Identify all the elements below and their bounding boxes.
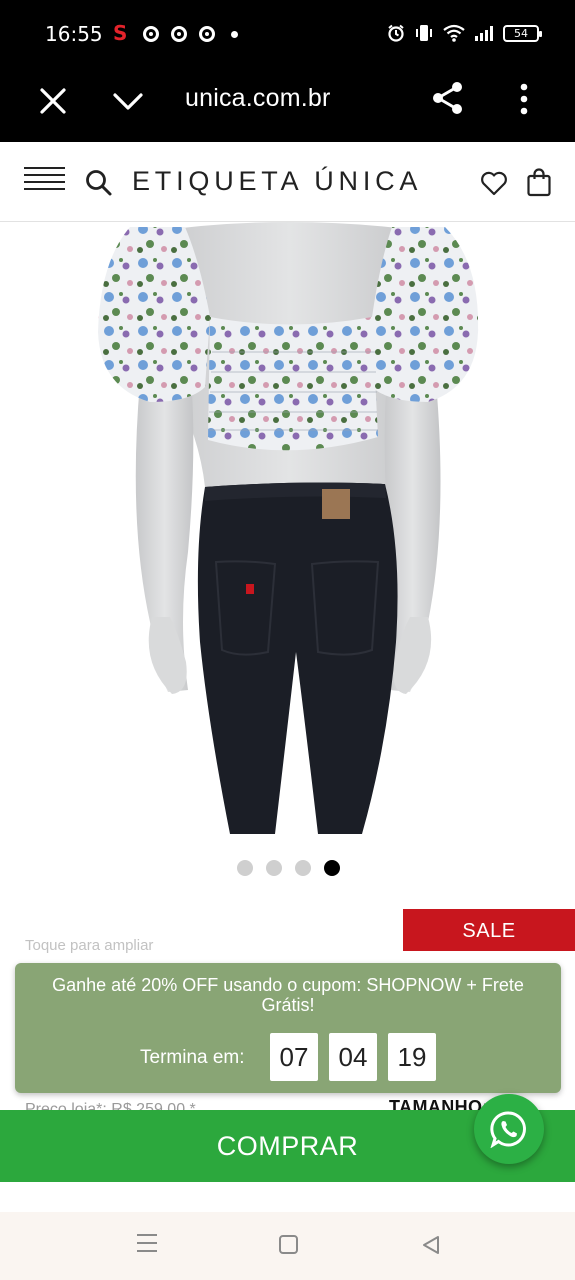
url-field[interactable]: unica.com.br bbox=[185, 84, 331, 113]
status-time: 16:55 bbox=[45, 22, 103, 46]
vibrate-icon bbox=[416, 25, 432, 41]
search-icon[interactable] bbox=[84, 168, 114, 198]
chevron-down-icon[interactable] bbox=[110, 86, 146, 116]
battery-icon: 54 bbox=[503, 24, 542, 42]
chrome-icon bbox=[171, 26, 187, 42]
status-bar: 16:55 S 54 bbox=[0, 0, 575, 66]
menu-icon[interactable] bbox=[24, 167, 65, 197]
countdown-minutes: 04 bbox=[329, 1033, 377, 1081]
carousel-dots[interactable] bbox=[237, 860, 340, 876]
notification-dot-icon bbox=[231, 31, 238, 38]
product-image[interactable] bbox=[0, 222, 575, 834]
more-vertical-icon[interactable] bbox=[512, 80, 536, 120]
brand-logo[interactable]: ETIQUETA ÚNICA bbox=[132, 166, 422, 197]
recent-apps-icon[interactable] bbox=[137, 1234, 157, 1256]
carousel-dot[interactable] bbox=[237, 860, 253, 876]
wifi-icon bbox=[443, 24, 465, 42]
whatsapp-button[interactable] bbox=[474, 1094, 544, 1164]
back-icon[interactable] bbox=[420, 1234, 442, 1256]
signal-icon bbox=[475, 25, 493, 41]
carousel-dot[interactable] bbox=[266, 860, 282, 876]
carousel-dot[interactable] bbox=[295, 860, 311, 876]
promo-text: Ganhe até 20% OFF usando o cupom: SHOPNO… bbox=[52, 975, 524, 1015]
home-icon[interactable] bbox=[279, 1235, 298, 1254]
chrome-icon bbox=[199, 26, 215, 42]
zoom-hint: Toque para ampliar bbox=[25, 937, 154, 954]
carousel-dot-active[interactable] bbox=[324, 860, 340, 876]
bag-icon[interactable] bbox=[526, 167, 552, 197]
browser-toolbar: unica.com.br bbox=[0, 66, 575, 142]
countdown-hours: 07 bbox=[270, 1033, 318, 1081]
heart-icon[interactable] bbox=[480, 170, 508, 196]
countdown-label: Termina em: bbox=[140, 1047, 245, 1068]
sale-badge: SALE bbox=[403, 909, 575, 951]
close-icon[interactable] bbox=[38, 86, 68, 116]
site-header: ETIQUETA ÚNICA bbox=[0, 142, 575, 222]
system-nav-bar bbox=[0, 1212, 575, 1280]
countdown-seconds: 19 bbox=[388, 1033, 436, 1081]
share-icon[interactable] bbox=[428, 78, 468, 118]
chrome-icon bbox=[143, 26, 159, 42]
promo-banner: Ganhe até 20% OFF usando o cupom: SHOPNO… bbox=[15, 963, 561, 1093]
alarm-icon bbox=[388, 24, 404, 42]
whatsapp-icon bbox=[490, 1111, 526, 1148]
s-app-icon: S bbox=[113, 21, 128, 45]
